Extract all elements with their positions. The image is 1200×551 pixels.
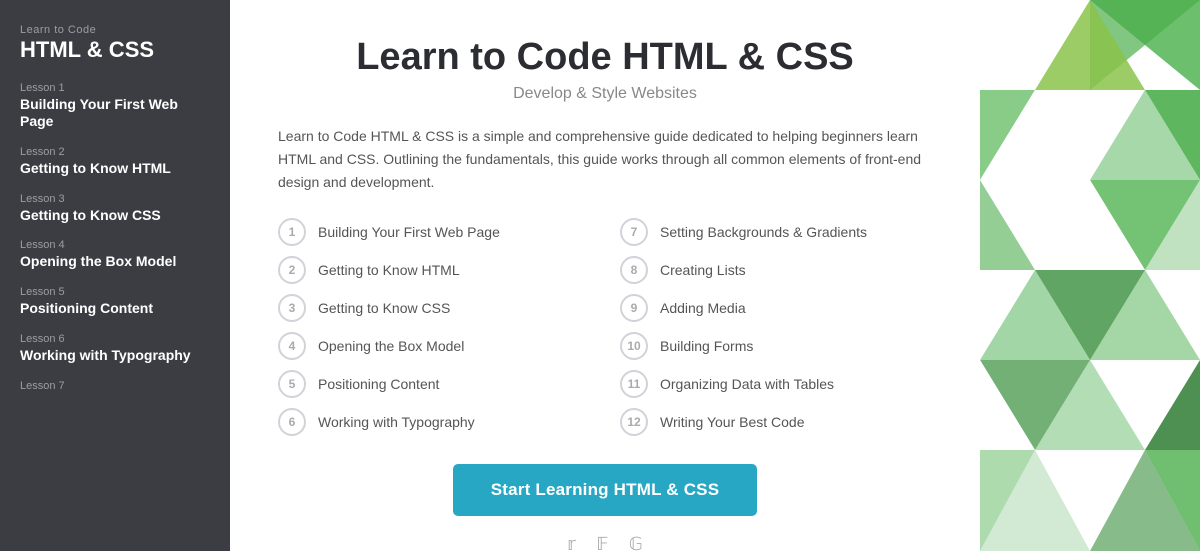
lesson-number: 10 bbox=[620, 332, 648, 360]
lesson-item-8: 8 Creating Lists bbox=[620, 256, 932, 284]
sidebar: Learn to Code HTML & CSS Lesson 1 Buildi… bbox=[0, 0, 230, 551]
sidebar-lesson-label: Lesson 5 bbox=[20, 286, 210, 298]
lesson-item-5: 5 Positioning Content bbox=[278, 370, 590, 398]
sidebar-lesson-name: Positioning Content bbox=[20, 300, 210, 317]
sidebar-lesson-label: Lesson 6 bbox=[20, 333, 210, 345]
page-subtitle: Develop & Style Websites bbox=[278, 85, 932, 103]
twitter-icon[interactable]: 𝕣 bbox=[567, 534, 576, 551]
sidebar-lesson-2[interactable]: Lesson 2 Getting to Know HTML bbox=[20, 146, 210, 177]
sidebar-lesson-label: Lesson 1 bbox=[20, 82, 210, 94]
sidebar-lesson-label: Lesson 7 bbox=[20, 380, 210, 392]
lesson-name: Creating Lists bbox=[660, 262, 746, 278]
sidebar-lesson-name: Building Your First Web Page bbox=[20, 96, 210, 130]
lesson-name: Building Forms bbox=[660, 338, 753, 354]
sidebar-subtitle: Learn to Code bbox=[20, 24, 210, 36]
sidebar-lesson-7[interactable]: Lesson 7 bbox=[20, 380, 210, 392]
lesson-name: Working with Typography bbox=[318, 414, 475, 430]
lesson-item-4: 4 Opening the Box Model bbox=[278, 332, 590, 360]
sidebar-lesson-name: Getting to Know CSS bbox=[20, 207, 210, 224]
lesson-item-9: 9 Adding Media bbox=[620, 294, 932, 322]
lesson-name: Opening the Box Model bbox=[318, 338, 464, 354]
lesson-number: 1 bbox=[278, 218, 306, 246]
lesson-number: 5 bbox=[278, 370, 306, 398]
cta-area: Start Learning HTML & CSS bbox=[278, 464, 932, 516]
lesson-item-12: 12 Writing Your Best Code bbox=[620, 408, 932, 436]
lesson-item-2: 2 Getting to Know HTML bbox=[278, 256, 590, 284]
lesson-name: Building Your First Web Page bbox=[318, 224, 500, 240]
main-content: Learn to Code HTML & CSS Develop & Style… bbox=[230, 0, 980, 551]
lesson-item-11: 11 Organizing Data with Tables bbox=[620, 370, 932, 398]
lesson-item-7: 7 Setting Backgrounds & Gradients bbox=[620, 218, 932, 246]
lesson-number: 11 bbox=[620, 370, 648, 398]
cta-button[interactable]: Start Learning HTML & CSS bbox=[453, 464, 758, 516]
lesson-number: 3 bbox=[278, 294, 306, 322]
lesson-name: Writing Your Best Code bbox=[660, 414, 805, 430]
sidebar-lesson-label: Lesson 4 bbox=[20, 239, 210, 251]
sidebar-lesson-5[interactable]: Lesson 5 Positioning Content bbox=[20, 286, 210, 317]
lesson-name: Getting to Know HTML bbox=[318, 262, 460, 278]
lesson-number: 8 bbox=[620, 256, 648, 284]
lesson-number: 2 bbox=[278, 256, 306, 284]
sidebar-title: HTML & CSS bbox=[20, 38, 210, 62]
lesson-name: Adding Media bbox=[660, 300, 746, 316]
lesson-name: Positioning Content bbox=[318, 376, 439, 392]
lesson-item-10: 10 Building Forms bbox=[620, 332, 932, 360]
lesson-number: 9 bbox=[620, 294, 648, 322]
sidebar-lesson-name: Working with Typography bbox=[20, 347, 210, 364]
lesson-item-6: 6 Working with Typography bbox=[278, 408, 590, 436]
lesson-item-3: 3 Getting to Know CSS bbox=[278, 294, 590, 322]
page-title: Learn to Code HTML & CSS bbox=[278, 36, 932, 79]
social-area: 𝕣 𝔽 𝔾 bbox=[278, 534, 932, 551]
decoration bbox=[980, 0, 1200, 551]
sidebar-lesson-name: Getting to Know HTML bbox=[20, 160, 210, 177]
sidebar-lesson-name: Opening the Box Model bbox=[20, 253, 210, 270]
lessons-grid: 1 Building Your First Web Page 7 Setting… bbox=[278, 218, 932, 436]
lesson-number: 6 bbox=[278, 408, 306, 436]
sidebar-lesson-1[interactable]: Lesson 1 Building Your First Web Page bbox=[20, 82, 210, 130]
sidebar-lesson-4[interactable]: Lesson 4 Opening the Box Model bbox=[20, 239, 210, 270]
facebook-icon[interactable]: 𝔽 bbox=[596, 534, 608, 551]
lesson-number: 12 bbox=[620, 408, 648, 436]
lesson-name: Organizing Data with Tables bbox=[660, 376, 834, 392]
sidebar-lesson-label: Lesson 2 bbox=[20, 146, 210, 158]
googleplus-icon[interactable]: 𝔾 bbox=[629, 534, 643, 551]
lesson-item-1: 1 Building Your First Web Page bbox=[278, 218, 590, 246]
sidebar-lesson-label: Lesson 3 bbox=[20, 193, 210, 205]
lesson-name: Setting Backgrounds & Gradients bbox=[660, 224, 867, 240]
lesson-name: Getting to Know CSS bbox=[318, 300, 450, 316]
sidebar-lesson-3[interactable]: Lesson 3 Getting to Know CSS bbox=[20, 193, 210, 224]
sidebar-lesson-6[interactable]: Lesson 6 Working with Typography bbox=[20, 333, 210, 364]
lesson-number: 4 bbox=[278, 332, 306, 360]
page-description: Learn to Code HTML & CSS is a simple and… bbox=[278, 125, 932, 194]
lesson-number: 7 bbox=[620, 218, 648, 246]
